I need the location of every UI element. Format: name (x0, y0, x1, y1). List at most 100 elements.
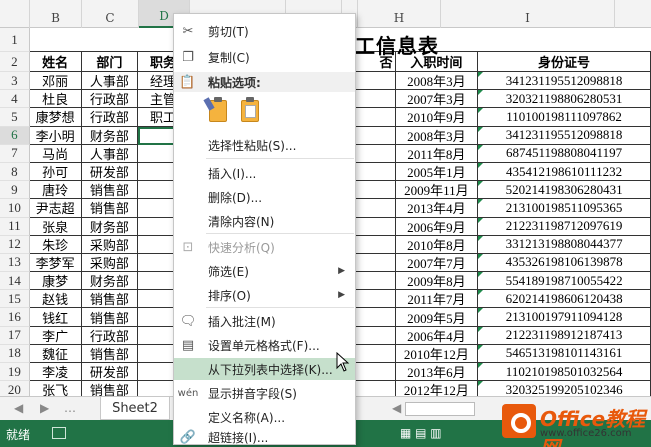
dept-cell[interactable]: 行政部 (81, 108, 139, 127)
row-number[interactable]: 1 (0, 28, 30, 52)
name-cell[interactable]: 孙可 (29, 162, 82, 182)
hire-date-cell[interactable]: 2010年8月 (395, 235, 479, 254)
header-dept-cell[interactable]: 部门 (81, 52, 139, 72)
id-cell[interactable]: 212231198912187413 (478, 326, 651, 345)
row-number[interactable]: 13 (0, 253, 30, 273)
id-cell[interactable]: 687451198808041197 (478, 144, 651, 163)
name-cell[interactable]: 朱珍 (29, 235, 82, 254)
hire-date-cell[interactable]: 2011年7月 (395, 290, 479, 309)
id-cell[interactable]: 331213198808044377 (478, 235, 651, 254)
name-cell[interactable]: 魏征 (29, 344, 82, 363)
dept-cell[interactable]: 销售部 (81, 199, 139, 218)
row-number[interactable]: 5 (0, 108, 30, 127)
g-cell[interactable] (355, 144, 396, 163)
dept-cell[interactable]: 财务部 (81, 126, 139, 145)
row-number[interactable]: 12 (0, 235, 30, 254)
hire-date-cell[interactable]: 2010年12月 (395, 344, 479, 363)
hire-date-cell[interactable]: 2007年3月 (395, 90, 479, 109)
column-header-h[interactable]: H (358, 0, 441, 28)
name-cell[interactable]: 张飞 (30, 381, 82, 396)
dept-cell[interactable]: 行政部 (81, 90, 139, 109)
hire-date-cell[interactable]: 2006年9月 (395, 217, 479, 236)
row-number[interactable]: 15 (0, 290, 30, 309)
id-cell[interactable]: 520214198306280431 (478, 181, 651, 200)
name-cell[interactable]: 唐玲 (29, 181, 82, 200)
menu-item-sort[interactable]: 排序(O) ▶ (174, 284, 355, 306)
row-number[interactable]: 9 (0, 181, 30, 200)
menu-item-insert[interactable]: 插入(I)... (174, 162, 355, 184)
row-number[interactable]: 7 (0, 144, 30, 163)
menu-item-copy[interactable]: ❐ 复制(C) (174, 46, 355, 68)
hire-date-cell[interactable]: 2010年9月 (395, 108, 479, 127)
dept-cell[interactable]: 销售部 (81, 290, 139, 309)
id-cell[interactable]: 554189198710055422 (478, 272, 651, 291)
menu-item-pick-from-list[interactable]: 从下拉列表中选择(K)... (174, 358, 355, 380)
g-cell[interactable] (355, 290, 396, 309)
name-cell[interactable]: 邓丽 (29, 72, 82, 91)
g-cell[interactable] (356, 381, 396, 396)
hire-date-cell[interactable]: 2009年11月 (395, 181, 479, 200)
row-number[interactable]: 8 (0, 162, 30, 182)
row-number[interactable]: 16 (0, 308, 30, 327)
id-cell[interactable]: 320321198806280531 (478, 90, 651, 109)
row-number[interactable]: 10 (0, 199, 30, 218)
dept-cell[interactable]: 销售部 (81, 308, 139, 327)
dept-cell[interactable]: 财务部 (81, 272, 139, 291)
column-header-b[interactable]: B (30, 0, 82, 28)
hire-date-cell[interactable]: 2013年6月 (395, 363, 479, 382)
row-number[interactable]: 4 (0, 90, 30, 109)
name-cell[interactable]: 马尚 (29, 144, 82, 163)
g-cell[interactable] (355, 217, 396, 236)
menu-item-quick-analysis[interactable]: ⊡ 快速分析(Q) (174, 236, 355, 258)
g-cell[interactable] (355, 272, 396, 291)
paste-icon[interactable] (238, 96, 262, 124)
dept-cell[interactable]: 研发部 (81, 162, 139, 182)
name-cell[interactable]: 李梦军 (29, 253, 82, 273)
hire-date-cell[interactable]: 2009年8月 (395, 272, 479, 291)
menu-item-define-name[interactable]: 定义名称(A)... (174, 406, 355, 428)
header-name-cell[interactable]: 姓名 (29, 52, 82, 72)
name-cell[interactable]: 赵钱 (29, 290, 82, 309)
id-cell[interactable]: 213100198511095365 (478, 199, 651, 218)
g-cell[interactable] (355, 199, 396, 218)
sheet-tab-sheet2[interactable]: Sheet2 (100, 397, 170, 420)
row-number[interactable]: 6 (0, 126, 30, 145)
scroll-left-icon[interactable]: ◀ (392, 401, 401, 415)
id-cell[interactable]: 546513198101143161 (478, 344, 651, 363)
hire-date-cell[interactable]: 2011年8月 (395, 144, 479, 163)
id-cell[interactable]: 620214198606120438 (478, 290, 651, 309)
name-cell[interactable]: 张泉 (29, 217, 82, 236)
menu-item-format-cells[interactable]: ▤ 设置单元格格式(F)... (174, 334, 355, 356)
row-number[interactable]: 14 (0, 272, 30, 291)
menu-item-hyperlink[interactable]: 🔗 超链接(I)... (174, 430, 355, 445)
hire-date-cell[interactable]: 2012年12月 (396, 381, 479, 396)
id-cell[interactable]: 341231195512098818 (478, 72, 651, 91)
g-cell[interactable] (355, 90, 396, 109)
macro-record-icon[interactable] (52, 427, 66, 439)
row-number[interactable]: 17 (0, 326, 30, 345)
column-header-c[interactable]: C (82, 0, 139, 28)
menu-item-cut[interactable]: ✂ 剪切(T) (174, 20, 355, 42)
id-cell[interactable]: 341231195512098818 (478, 126, 651, 145)
id-cell[interactable]: 110210198501032564 (478, 363, 651, 382)
name-cell[interactable]: 尹志超 (29, 199, 82, 218)
g-cell[interactable] (355, 308, 396, 327)
g-cell[interactable] (355, 326, 396, 345)
g-cell[interactable] (355, 253, 396, 273)
name-cell[interactable]: 李小明 (29, 126, 82, 145)
g-cell[interactable] (355, 363, 396, 382)
name-cell[interactable]: 钱红 (29, 308, 82, 327)
g-cell[interactable] (355, 126, 396, 145)
hire-date-cell[interactable]: 2007年7月 (395, 253, 479, 273)
dept-cell[interactable]: 销售部 (82, 381, 139, 396)
tab-prev-icon[interactable]: ◀ (14, 401, 23, 415)
tab-more-icon[interactable]: … (64, 401, 76, 415)
g-cell[interactable] (355, 162, 396, 182)
column-header-i[interactable]: I (441, 0, 615, 28)
id-cell[interactable]: 212231198712097619 (478, 217, 651, 236)
name-cell[interactable]: 康梦想 (29, 108, 82, 127)
dept-cell[interactable]: 人事部 (81, 144, 139, 163)
dept-cell[interactable]: 人事部 (81, 72, 139, 91)
menu-item-paste-special[interactable]: 选择性粘贴(S)... (174, 134, 355, 156)
menu-item-phonetic[interactable]: wén 显示拼音字段(S) (174, 382, 355, 404)
